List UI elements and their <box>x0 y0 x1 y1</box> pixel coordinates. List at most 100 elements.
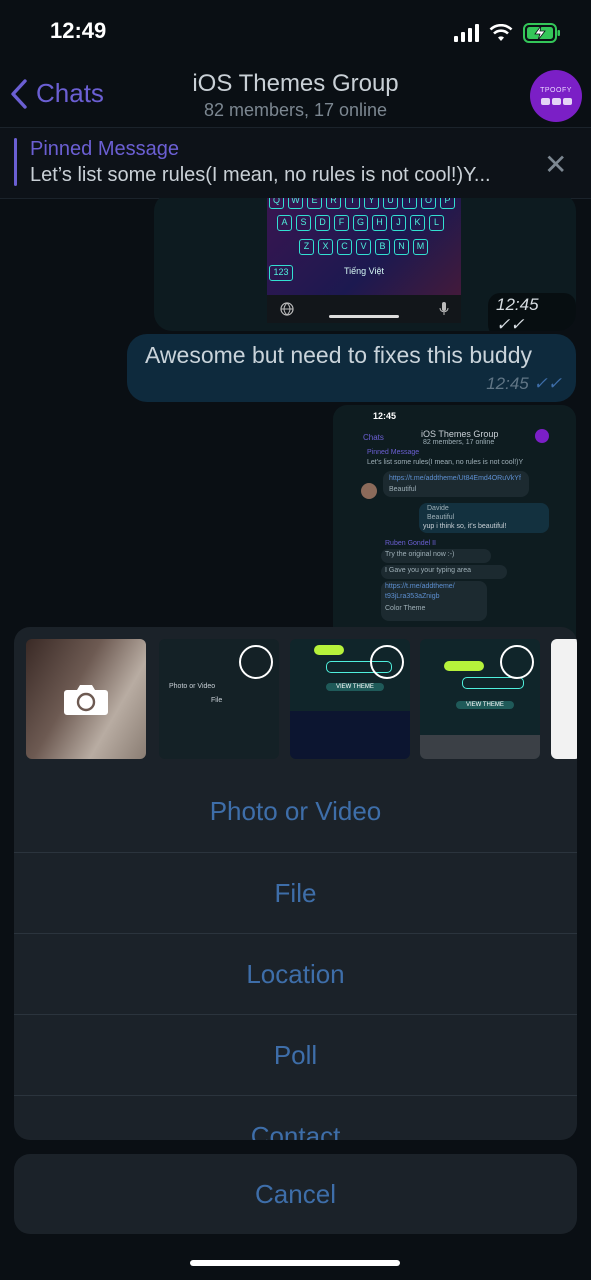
keyboard-key: U <box>383 198 398 209</box>
thumb-view-theme: VIEW THEME <box>456 701 514 709</box>
time-label: 12:45 <box>496 295 539 314</box>
mini-link: https://t.me/addtheme/Ut84Emd4ORuVkYf <box>389 475 521 482</box>
cellular-signal-icon <box>454 24 479 42</box>
keyboard-space-key: Tiếng Việt <box>343 266 385 276</box>
mini-link3: t93jLra353aZnigb <box>385 593 440 600</box>
keyboard-key: X <box>318 239 333 255</box>
photo-thumbnail[interactable]: Photo or Video File <box>159 639 279 759</box>
location-option[interactable]: Location <box>14 933 577 1014</box>
home-indicator[interactable] <box>190 1260 400 1266</box>
mini-back: Chats <box>363 433 384 442</box>
select-circle[interactable] <box>500 645 534 679</box>
contact-option[interactable]: Contact <box>14 1095 577 1140</box>
attachment-action-sheet: Photo or Video File VIEW THEME VIEW THEM… <box>14 627 577 1140</box>
keyboard-key: O <box>421 198 436 209</box>
mini-ruben: Ruben Gondel II <box>385 540 436 547</box>
camera-thumbnail[interactable] <box>26 639 146 759</box>
battery-charging-icon <box>523 23 560 43</box>
image-message-keyboard[interactable]: Q W E R T Y U I O P A S D F G H J K L Z X C V B N M 123 Tiếng Việt … <box>154 198 576 331</box>
keyboard-bottom-bar <box>267 295 461 323</box>
poll-option[interactable]: Poll <box>14 1014 577 1095</box>
mini-color-theme: Color Theme <box>385 605 426 612</box>
keyboard-key: I <box>402 198 417 209</box>
keyboard-key: F <box>334 215 349 231</box>
keyboard-key: R <box>326 198 341 209</box>
close-icon[interactable]: ✕ <box>544 148 567 181</box>
chat-subtitle: 82 members, 17 online <box>203 100 388 120</box>
group-avatar[interactable]: TPOOFY <box>530 70 582 122</box>
keyboard-key: T <box>345 198 360 209</box>
thumb-text: File <box>211 697 223 704</box>
avatar-dots-icon <box>540 98 572 105</box>
recent-photos-strip: Photo or Video File VIEW THEME VIEW THEM… <box>14 627 577 771</box>
photo-or-video-option[interactable]: Photo or Video <box>14 771 577 851</box>
select-circle[interactable] <box>370 645 404 679</box>
chat-header: Chats iOS Themes Group 82 members, 17 on… <box>0 60 591 128</box>
wifi-icon <box>489 24 513 41</box>
keyboard-key: A <box>277 215 292 231</box>
mini-reply-name: Davide <box>427 505 449 512</box>
thumb-text: Photo or Video <box>169 683 216 690</box>
mini-reply-text: Beautiful <box>427 514 455 521</box>
status-icons <box>454 22 561 44</box>
mini-reply-msg: yup i think so, it's beautiful! <box>423 523 507 530</box>
keyboard-key: D <box>315 215 330 231</box>
read-checkmarks-icon: ✓✓ <box>533 374 563 393</box>
pinned-title: Pinned Message <box>30 138 179 160</box>
thumb-bubble <box>314 645 344 655</box>
thumb-bubble <box>444 661 484 671</box>
keyboard-key: W <box>288 198 303 209</box>
outgoing-message[interactable]: Awesome but need to fixes this buddy 12:… <box>127 334 576 402</box>
cancel-button[interactable]: Cancel <box>14 1154 577 1234</box>
keyboard-key: V <box>356 239 371 255</box>
mic-icon <box>439 302 449 315</box>
photo-thumbnail[interactable]: VIEW THEME <box>290 639 410 759</box>
keyboard-key: L <box>429 215 444 231</box>
message-time: 12:45 ✓✓ <box>488 293 576 331</box>
time-label: 12:45 <box>486 374 529 393</box>
mini-beautiful: Beautiful <box>389 486 417 493</box>
mini-subtitle: 82 members, 17 online <box>423 439 495 446</box>
pinned-accent-bar <box>14 138 17 186</box>
pinned-text: Let’s list some rules(I mean, no rules i… <box>30 164 491 186</box>
keyboard-key: H <box>372 215 387 231</box>
keyboard-key: 123 <box>269 265 293 281</box>
read-checkmarks-icon: ✓✓ <box>496 315 525 331</box>
photo-thumbnail[interactable]: VIEW THEME <box>420 639 540 759</box>
mini-title: iOS Themes Group <box>421 429 499 439</box>
keyboard-key: B <box>375 239 390 255</box>
thumb-keyboard <box>420 735 540 759</box>
mini-user-avatar <box>361 483 377 499</box>
home-indicator-mini <box>329 315 399 318</box>
photo-thumbnail-partial[interactable] <box>551 639 577 759</box>
mini-pinned-text: Let's list some rules(I mean, no rules i… <box>367 459 524 466</box>
keyboard-key: N <box>394 239 409 255</box>
mini-time: 12:45 <box>373 411 397 421</box>
chat-title[interactable]: iOS Themes Group <box>0 70 591 98</box>
mini-try: Try the original now :-) <box>385 551 455 558</box>
avatar-logo-text: TPOOFY <box>540 87 572 94</box>
camera-icon <box>64 685 108 715</box>
mini-avatar <box>535 429 549 443</box>
mini-link2: https://t.me/addtheme/ <box>385 583 455 590</box>
keyboard-key: Q <box>269 198 284 209</box>
keyboard-key: C <box>337 239 352 255</box>
keyboard-key: S <box>296 215 311 231</box>
message-text: Awesome but need to fixes this buddy <box>145 342 532 368</box>
keyboard-key: E <box>307 198 322 209</box>
keyboard-key: G <box>353 215 368 231</box>
status-time: 12:49 <box>50 18 107 43</box>
keyboard-key: Z <box>299 239 314 255</box>
select-circle[interactable] <box>239 645 273 679</box>
keyboard-key: K <box>410 215 425 231</box>
globe-icon <box>280 302 294 316</box>
pinned-message-bar[interactable]: Pinned Message Let’s list some rules(I m… <box>0 127 591 199</box>
file-option[interactable]: File <box>14 852 577 933</box>
message-time: 12:45 ✓✓ <box>486 374 562 394</box>
mini-pinned-title: Pinned Message <box>367 449 420 456</box>
keyboard-key: P <box>440 198 455 209</box>
thumb-view-theme: VIEW THEME <box>326 683 384 691</box>
keyboard-preview: Q W E R T Y U I O P A S D F G H J K L Z X C V B N M 123 Tiếng Việt <box>267 198 461 295</box>
keyboard-key: M <box>413 239 428 255</box>
keyboard-key: J <box>391 215 406 231</box>
